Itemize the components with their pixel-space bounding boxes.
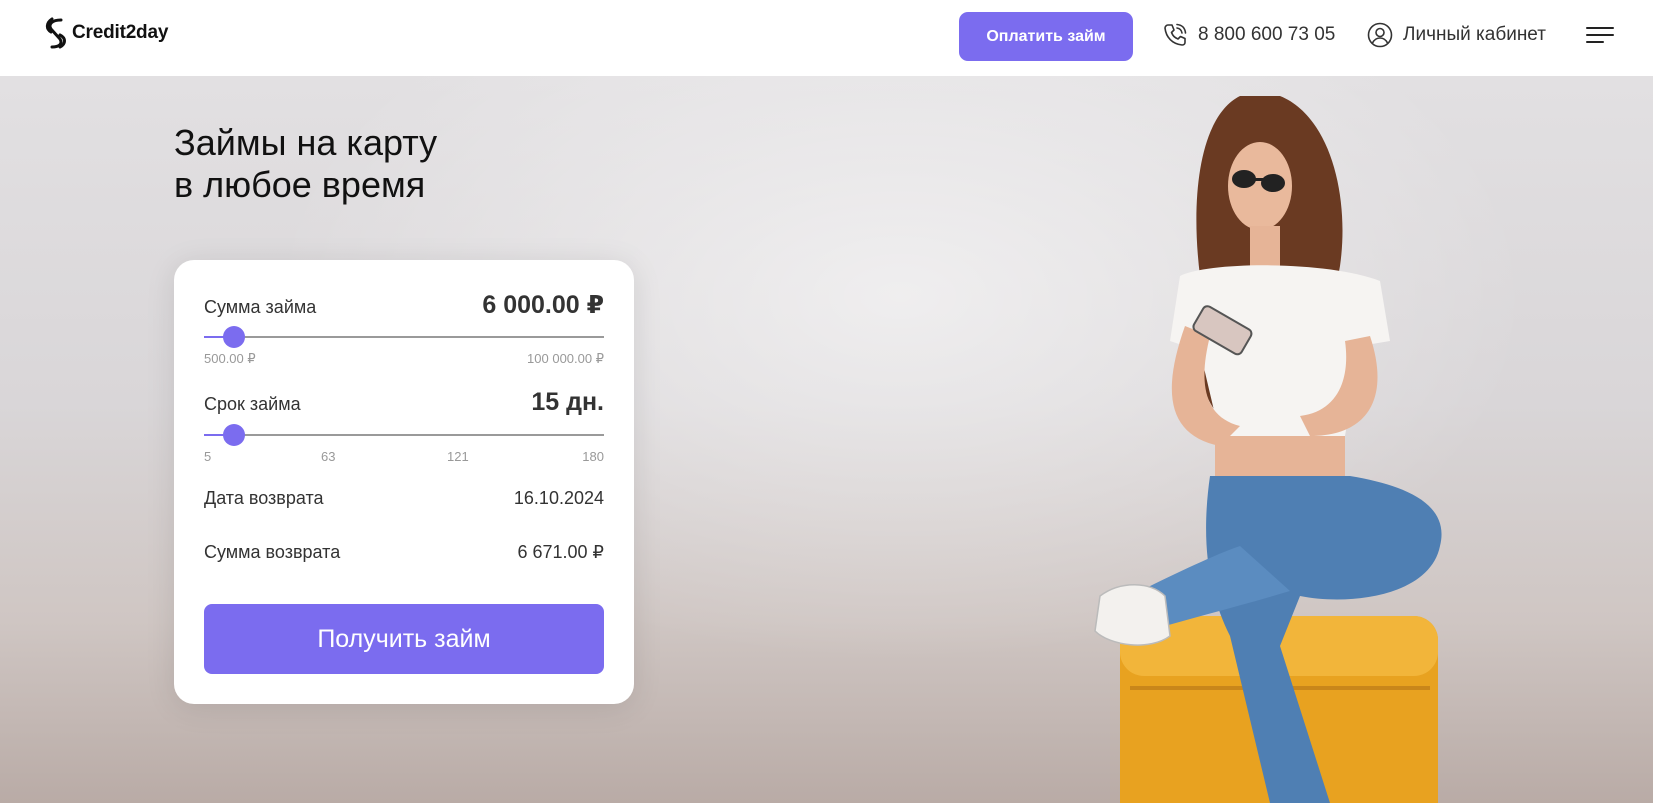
term-tick: 121 [447, 449, 469, 464]
amount-max-label: 100 000.00 ₽ [527, 351, 604, 366]
term-tick: 63 [321, 449, 336, 464]
term-row: Срок займа 15 дн. [204, 388, 604, 417]
hero-title-line-1: Займы на карту [174, 122, 438, 163]
hero-section: Займы на карту в любое время Сумма займа… [0, 76, 1653, 803]
phone-number: 8 800 600 73 05 [1198, 24, 1336, 45]
amount-slider-track [204, 336, 604, 338]
amount-slider-handle[interactable] [223, 326, 245, 348]
amount-row: Сумма займа 6 000.00 ₽ [204, 290, 604, 320]
logo[interactable]: Credit2day [42, 17, 168, 49]
term-slider-handle[interactable] [223, 424, 245, 446]
term-tick: 180 [582, 449, 604, 464]
return-sum-label: Сумма возврата [204, 542, 341, 562]
term-range-labels: 5 63 121 180 [204, 449, 604, 465]
amount-range-labels: 500.00 ₽ 100 000.00 ₽ [204, 351, 604, 367]
term-label: Срок займа [204, 394, 301, 414]
logo-text: Credit2day [72, 22, 169, 43]
user-icon [1367, 22, 1393, 48]
term-tick: 5 [204, 449, 212, 464]
amount-value: 6 000.00 ₽ [482, 291, 604, 319]
personal-account-link[interactable]: Личный кабинет [1367, 22, 1546, 48]
return-sum-row: Сумма возврата 6 671.00 ₽ [204, 542, 604, 563]
term-slider[interactable] [204, 424, 604, 446]
amount-min-label: 500.00 ₽ [204, 351, 256, 366]
logo-icon [45, 17, 66, 49]
term-slider-track [204, 434, 604, 436]
hero-photo [1094, 96, 1442, 803]
menu-icon[interactable] [1586, 26, 1614, 46]
hero-title-line-2: в любое время [174, 164, 426, 205]
loan-calculator: Сумма займа 6 000.00 ₽ 500.00 ₽ 100 000.… [174, 260, 634, 704]
pay-loan-button[interactable]: Оплатить займ [959, 12, 1133, 61]
phone-icon [1164, 23, 1187, 46]
hero-title: Займы на карту в любое время [174, 122, 437, 206]
amount-label: Сумма займа [204, 297, 317, 317]
get-loan-button[interactable]: Получить займ [204, 604, 604, 674]
amount-slider[interactable] [204, 326, 604, 348]
return-date-value: 16.10.2024 [513, 488, 604, 508]
return-date-label: Дата возврата [204, 488, 324, 508]
return-date-row: Дата возврата 16.10.2024 [204, 488, 604, 509]
return-sum-value: 6 671.00 ₽ [517, 542, 604, 562]
site-header: Credit2day Оплатить займ 8 800 600 73 05… [0, 0, 1653, 76]
phone-link[interactable]: 8 800 600 73 05 [1162, 22, 1335, 48]
term-value: 15 дн. [531, 388, 604, 416]
personal-account-label: Личный кабинет [1403, 24, 1546, 45]
